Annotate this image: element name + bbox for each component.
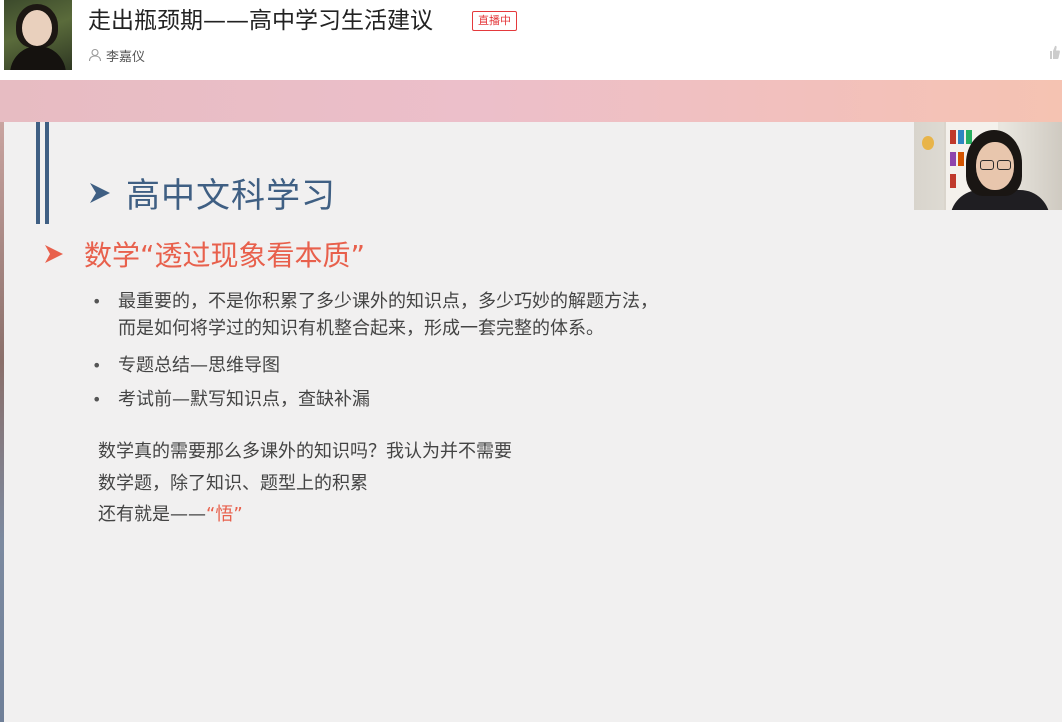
emphasis-text: “悟” <box>206 504 243 525</box>
bullet-text-line: 而是如何将学过的知识有机整合起来，形成一套完整的体系。 <box>118 318 604 339</box>
avatar-body <box>10 46 66 70</box>
presentation-slide: 高中文科学习 数学“透过现象看本质” • 最重要的，不是你积累了多少课外的知识点… <box>4 122 1062 722</box>
webcam-book <box>950 174 956 188</box>
arrowhead-icon <box>90 182 110 203</box>
slide-paragraph: 数学题，除了知识、题型上的积累 <box>98 473 368 494</box>
bullet-text-line: 最重要的，不是你积累了多少课外的知识点，多少巧妙的解题方法， <box>118 291 658 312</box>
host-name: 李嘉仪 <box>106 49 146 65</box>
host-avatar[interactable] <box>4 0 72 70</box>
webcam-book <box>950 152 956 166</box>
webcam-book <box>958 130 964 144</box>
slide-subheading: 数学“透过现象看本质” <box>84 239 366 272</box>
presenter-webcam[interactable] <box>914 122 1062 210</box>
slide-paragraph: 还有就是——“悟” <box>98 503 243 527</box>
webcam-book <box>950 130 956 144</box>
arrowhead-icon <box>45 245 63 263</box>
webcam-glasses <box>980 160 994 170</box>
webcam-lamp <box>922 136 934 150</box>
user-icon <box>88 48 102 62</box>
bullet-dot: • <box>92 292 102 311</box>
slide-subheading-row: 数学“透过现象看本质” <box>44 234 365 274</box>
live-title: 走出瓶颈期——高中学习生活建议 <box>88 8 433 34</box>
thumbs-up-icon[interactable] <box>1048 44 1060 60</box>
bullet-text-line: 专题总结—思维导图 <box>118 355 280 376</box>
live-header: 走出瓶颈期——高中学习生活建议 直播中 李嘉仪 <box>0 0 1062 80</box>
slide-heading: 高中文科学习 <box>126 176 336 216</box>
avatar-face <box>22 10 52 46</box>
slide-paragraph: 数学真的需要那么多课外的知识吗？我认为并不需要 <box>98 441 512 462</box>
slide-heading-row: 高中文科学习 <box>88 168 336 217</box>
bullet-item: • 专题总结—思维导图 <box>92 352 658 379</box>
header-gradient-bar <box>0 80 1062 122</box>
bullet-list: • 最重要的，不是你积累了多少课外的知识点，多少巧妙的解题方法， 而是如何将学过… <box>92 288 658 413</box>
slide-vertical-bar <box>45 122 49 224</box>
host-info[interactable]: 李嘉仪 <box>88 46 146 65</box>
bullet-dot: • <box>92 356 102 375</box>
webcam-glasses <box>997 160 1011 170</box>
live-status-badge: 直播中 <box>472 11 517 31</box>
bullet-item: • 考试前—默写知识点，查缺补漏 <box>92 386 658 413</box>
slide-vertical-bar <box>36 122 40 224</box>
paragraph-text: 还有就是—— <box>98 504 206 525</box>
bullet-item: • 最重要的，不是你积累了多少课外的知识点，多少巧妙的解题方法， 而是如何将学过… <box>92 288 658 342</box>
webcam-book <box>958 152 964 166</box>
bullet-dot: • <box>92 390 102 409</box>
bullet-text-line: 考试前—默写知识点，查缺补漏 <box>118 389 370 410</box>
